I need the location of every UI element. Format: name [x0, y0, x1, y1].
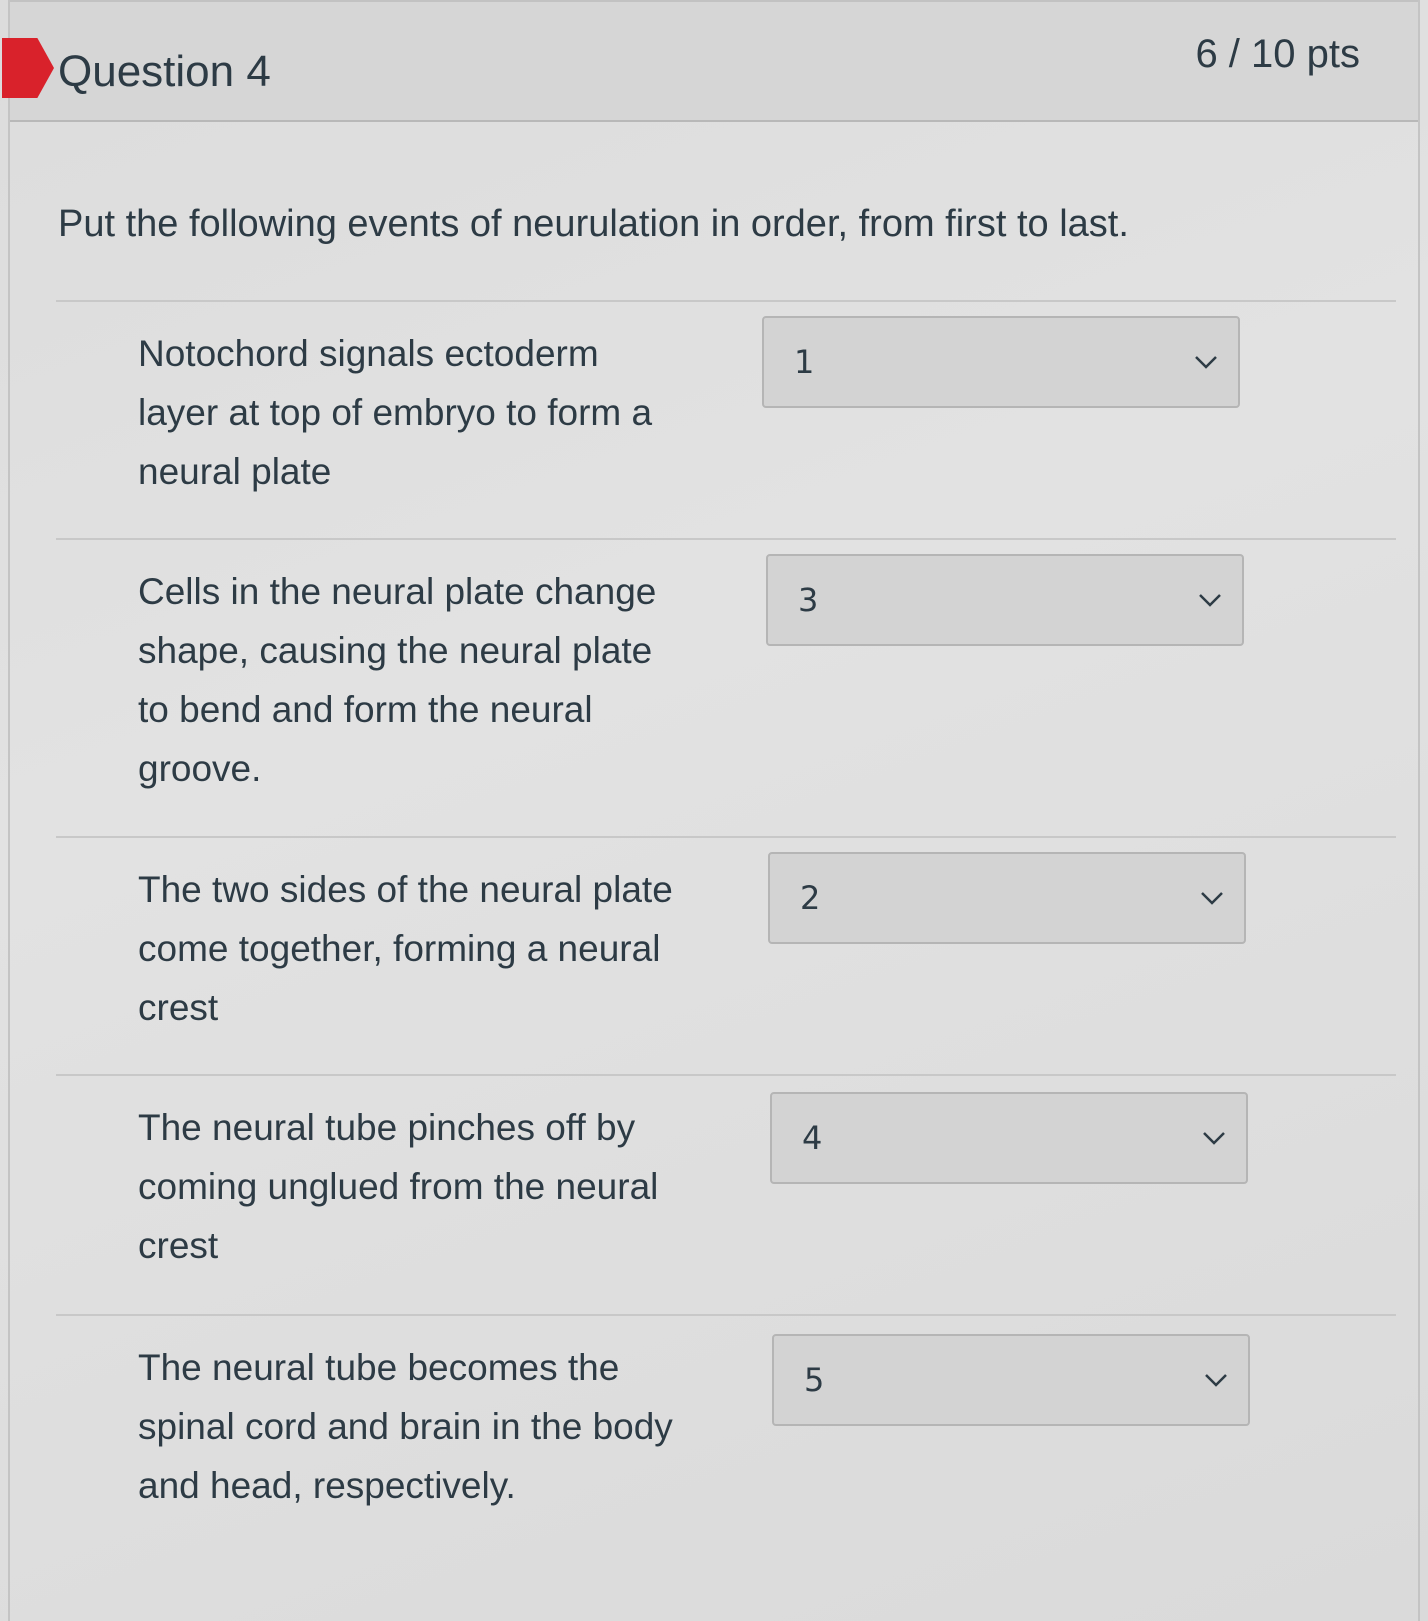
chevron-down-icon: [1195, 356, 1217, 369]
question-header: Question 4 6 / 10 pts: [2, 0, 1418, 122]
question-title: Question 4: [58, 47, 271, 96]
question-prompt: Put the following events of neurulation …: [58, 203, 1129, 245]
match-label: The neural tube becomes the spinal cord …: [138, 1347, 673, 1506]
chevron-down-icon: [1201, 892, 1223, 905]
chevron-down-icon: [1203, 1132, 1225, 1145]
answer-select-value: 2: [800, 879, 821, 917]
answer-select[interactable]: 3: [766, 554, 1244, 646]
answer-select[interactable]: 5: [772, 1334, 1250, 1426]
match-row: Notochord signals ectoderm layer at top …: [56, 300, 1396, 538]
incorrect-answer-flag-icon: [2, 38, 54, 98]
answer-select[interactable]: 1: [762, 316, 1240, 408]
answer-select[interactable]: 2: [768, 852, 1246, 944]
match-row: The neural tube becomes the spinal cord …: [56, 1314, 1396, 1594]
match-row: The two sides of the neural plate come t…: [56, 836, 1396, 1074]
chevron-down-icon: [1199, 594, 1221, 607]
answer-select-value: 3: [798, 581, 819, 619]
match-label: Notochord signals ectoderm layer at top …: [138, 333, 653, 492]
answer-select-value: 4: [802, 1119, 823, 1157]
match-row: Cells in the neural plate change shape, …: [56, 538, 1396, 836]
match-row: The neural tube pinches off by coming un…: [56, 1074, 1396, 1314]
answer-select[interactable]: 4: [770, 1092, 1248, 1184]
match-label: The two sides of the neural plate come t…: [138, 869, 673, 1028]
match-label: The neural tube pinches off by coming un…: [138, 1107, 659, 1266]
question-card: Question 4 6 / 10 pts Put the following …: [2, 0, 1420, 1621]
match-label: Cells in the neural plate change shape, …: [138, 571, 657, 789]
match-list: Notochord signals ectoderm layer at top …: [56, 300, 1396, 1594]
answer-select-value: 1: [794, 343, 815, 381]
answer-select-value: 5: [804, 1361, 825, 1399]
question-points: 6 / 10 pts: [1195, 32, 1360, 76]
chevron-down-icon: [1205, 1374, 1227, 1387]
